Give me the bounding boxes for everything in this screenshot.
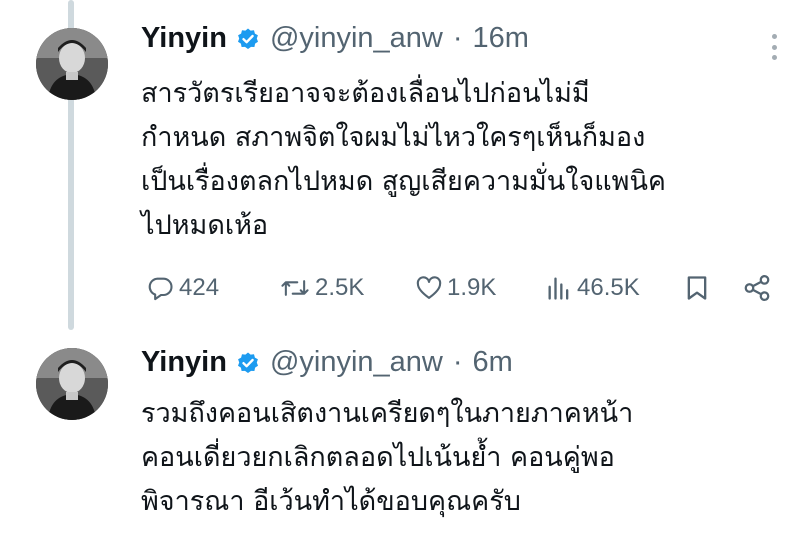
share-icon xyxy=(742,273,772,303)
avatar[interactable] xyxy=(36,348,108,420)
verified-badge-icon xyxy=(236,27,260,51)
user-handle[interactable]: @yinyin_anw xyxy=(270,22,443,55)
tweet-text: สารวัตรเรียอาจจะต้องเลื่อนไปก่อนไม่มี กำ… xyxy=(141,78,666,241)
reply-icon xyxy=(147,274,175,302)
like-icon xyxy=(415,274,443,302)
timestamp[interactable]: 6m xyxy=(473,346,513,379)
tweet-text: รวมถึงคอนเสิตงานเครียดๆในภายภาคหน้า คอนเ… xyxy=(141,398,634,517)
retweet-button[interactable]: 2.5K xyxy=(279,268,364,308)
display-name[interactable]: Yinyin xyxy=(141,346,227,379)
separator-dot: · xyxy=(452,346,463,378)
views-count: 46.5K xyxy=(577,274,640,301)
verified-badge-icon xyxy=(236,351,260,375)
timestamp[interactable]: 16m xyxy=(473,22,529,55)
more-options-icon[interactable] xyxy=(770,34,778,60)
retweet-icon xyxy=(279,274,311,302)
tweet-2[interactable]: Yinyin @yinyin_anw · 6m รวมถึงคอนเสิตงาน… xyxy=(0,330,800,541)
like-button[interactable]: 1.9K xyxy=(415,268,496,308)
views-icon xyxy=(545,274,573,302)
reply-button[interactable]: 424 xyxy=(147,268,219,308)
bookmark-icon xyxy=(684,274,710,302)
user-handle[interactable]: @yinyin_anw xyxy=(270,346,443,379)
tweet-header: Yinyin @yinyin_anw · 16m xyxy=(141,22,529,55)
avatar[interactable] xyxy=(36,28,108,100)
separator-dot: · xyxy=(452,22,463,54)
bookmark-button[interactable] xyxy=(684,268,710,308)
tweet-header: Yinyin @yinyin_anw · 6m xyxy=(141,346,513,379)
tweet-1[interactable]: Yinyin @yinyin_anw · 16m สารวัตรเรียอาจจ… xyxy=(0,0,800,330)
like-count: 1.9K xyxy=(447,274,497,301)
retweet-count: 2.5K xyxy=(315,274,365,301)
share-button[interactable] xyxy=(742,268,772,308)
views-button[interactable]: 46.5K xyxy=(545,268,640,308)
reply-count: 424 xyxy=(179,274,220,301)
display-name[interactable]: Yinyin xyxy=(141,22,227,55)
tweet-actions: 424 2.5K 1.9K 46.5K xyxy=(141,268,781,308)
